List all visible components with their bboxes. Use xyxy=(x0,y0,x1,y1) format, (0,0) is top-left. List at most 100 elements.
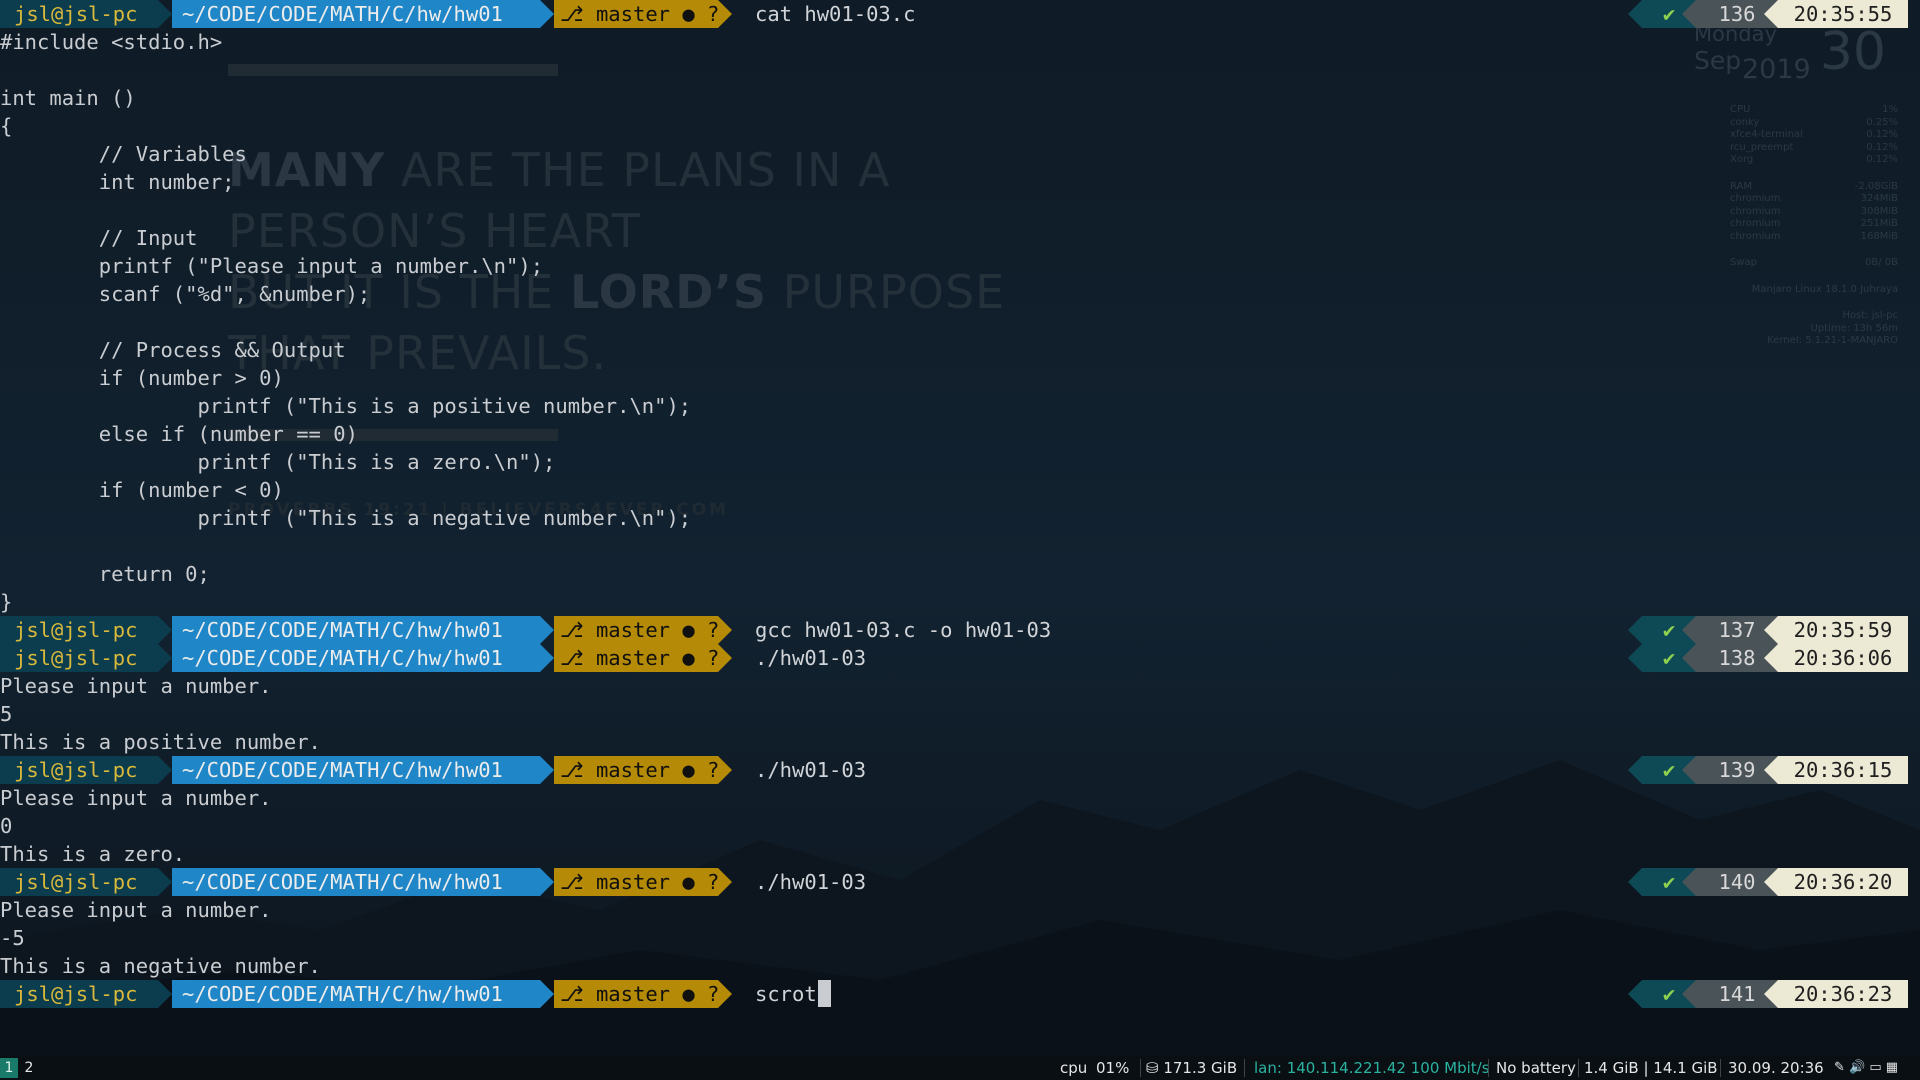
memory-usage: 1.4 GiB | 14.1 GiB xyxy=(1584,1059,1718,1077)
powerline-separator-icon xyxy=(158,756,172,784)
output-text: Please input a number. xyxy=(0,674,272,698)
output-text: } xyxy=(0,590,13,614)
prompt-command[interactable]: scrot xyxy=(755,980,831,1008)
git-branch-text: master ● ? xyxy=(583,2,720,26)
output-text: int main () xyxy=(0,86,136,110)
branch-icon: ⎇ xyxy=(560,982,584,1006)
prompt-path: ~/CODE/CODE/MATH/C/hw/hw01 xyxy=(172,868,540,896)
terminal-cursor xyxy=(817,980,831,1007)
datetime: 30.09. 20:36 xyxy=(1728,1059,1824,1077)
output-text: int number; xyxy=(0,170,235,194)
powerline-separator-icon xyxy=(718,868,732,896)
output-line: printf ("Please input a number.\n"); xyxy=(0,252,1920,280)
output-text: if (number < 0) xyxy=(0,478,284,502)
powerline-separator-icon xyxy=(718,616,732,644)
prompt-git-status: ⎇ master ● ? xyxy=(554,644,719,672)
powerline-separator-icon xyxy=(1764,644,1778,672)
output-text: return 0; xyxy=(0,562,210,586)
output-text: -5 xyxy=(0,926,25,950)
powerline-separator-icon xyxy=(1682,980,1696,1008)
powerline-separator-icon xyxy=(540,0,554,28)
git-branch-text: master ● ? xyxy=(583,618,720,642)
powerline-separator-icon xyxy=(158,980,172,1008)
workspace-1-button[interactable]: 1 xyxy=(0,1058,18,1078)
powerline-separator-icon xyxy=(718,756,732,784)
powerline-separator-icon xyxy=(1682,868,1696,896)
powerline-separator-icon xyxy=(1628,616,1642,644)
output-line: int number; xyxy=(0,168,1920,196)
command-text: ./hw01-03 xyxy=(755,758,867,782)
git-branch-text: master ● ? xyxy=(583,982,720,1006)
output-line: Please input a number. xyxy=(0,896,1920,924)
powerline-separator-icon xyxy=(540,980,554,1008)
output-text: 0 xyxy=(0,814,13,838)
prompt-git-status: ⎇ master ● ? xyxy=(554,0,720,28)
disk-usage: ⛁ 171.3 GiB xyxy=(1146,1059,1238,1077)
output-text: { xyxy=(0,114,13,138)
output-text: #include <stdio.h> xyxy=(0,30,223,54)
prompt-line: jsl@jsl-pc ~/CODE/CODE/MATH/C/hw/hw01 ⎇ ma… xyxy=(0,868,1920,896)
workspace-2-button[interactable]: 2 xyxy=(20,1058,38,1078)
output-line: 5 xyxy=(0,700,1920,728)
output-text: 5 xyxy=(0,702,13,726)
prompt-line: jsl@jsl-pc ~/CODE/CODE/MATH/C/hw/hw01 ⎇ ma… xyxy=(0,644,1920,672)
powerline-separator-icon xyxy=(1628,644,1642,672)
prompt-command[interactable]: ./hw01-03 xyxy=(755,756,866,784)
output-text: Please input a number. xyxy=(0,898,272,922)
command-text: gcc hw01-03.c -o hw01-03 xyxy=(755,618,1052,642)
output-text: printf ("This is a positive number.\n"); xyxy=(0,394,692,418)
command-time: 20:36:20 xyxy=(1778,868,1908,896)
cpu-label: cpu xyxy=(1060,1059,1088,1077)
prompt-path: ~/CODE/CODE/MATH/C/hw/hw01 xyxy=(172,756,540,784)
command-time: 20:35:55 xyxy=(1778,0,1908,28)
powerline-separator-icon xyxy=(158,868,172,896)
command-time: 20:36:06 xyxy=(1778,644,1908,672)
powerline-separator-icon xyxy=(158,0,172,28)
battery-status: No battery xyxy=(1496,1059,1576,1077)
prompt-command[interactable]: gcc hw01-03.c -o hw01-03 xyxy=(755,616,1051,644)
output-text: printf ("This is a zero.\n"); xyxy=(0,450,556,474)
output-line: -5 xyxy=(0,924,1920,952)
prompt-command[interactable]: ./hw01-03 xyxy=(755,644,866,672)
output-line: if (number > 0) xyxy=(0,364,1920,392)
prompt-path: ~/CODE/CODE/MATH/C/hw/hw01 xyxy=(172,980,540,1008)
prompt-git-status: ⎇ master ● ? xyxy=(554,756,719,784)
command-text: scrot xyxy=(755,982,817,1006)
powerline-separator-icon xyxy=(1764,0,1778,28)
command-text: cat hw01-03.c xyxy=(755,2,916,26)
prompt-path: ~/CODE/CODE/MATH/C/hw/hw01 xyxy=(172,0,540,28)
output-line: if (number < 0) xyxy=(0,476,1920,504)
prompt-command[interactable]: cat hw01-03.c xyxy=(755,0,915,28)
status-bar: 1 2 cpu 01% ⛁ 171.3 GiB lan: 140.114.221… xyxy=(0,1056,1920,1080)
powerline-separator-icon xyxy=(1682,616,1696,644)
git-branch-text: master ● ? xyxy=(583,870,720,894)
powerline-separator-icon xyxy=(1764,868,1778,896)
output-text: scanf ("%d", &number); xyxy=(0,282,371,306)
output-text: // Input xyxy=(0,226,198,250)
powerline-separator-icon xyxy=(718,644,732,672)
terminal-window[interactable]: jsl@jsl-pc ~/CODE/CODE/MATH/C/hw/hw01 ⎇ ma… xyxy=(0,0,1920,1052)
prompt-user: jsl@jsl-pc xyxy=(0,980,158,1008)
prompt-line: jsl@jsl-pc ~/CODE/CODE/MATH/C/hw/hw01 ⎇ ma… xyxy=(0,616,1920,644)
powerline-separator-icon xyxy=(1628,756,1642,784)
system-tray-icons[interactable]: ✎ 🔊 ▭ ▦ xyxy=(1834,1056,1898,1080)
powerline-separator-icon xyxy=(540,868,554,896)
powerline-separator-icon xyxy=(1682,756,1696,784)
prompt-user: jsl@jsl-pc xyxy=(0,868,158,896)
output-line: // Process && Output xyxy=(0,336,1920,364)
output-line: int main () xyxy=(0,84,1920,112)
powerline-separator-icon xyxy=(1764,756,1778,784)
output-line: scanf ("%d", &number); xyxy=(0,280,1920,308)
prompt-user: jsl@jsl-pc xyxy=(0,616,158,644)
output-text: Please input a number. xyxy=(0,786,272,810)
prompt-user: jsl@jsl-pc xyxy=(0,0,158,28)
branch-icon: ⎇ xyxy=(560,2,584,26)
output-text: This is a negative number. xyxy=(0,954,321,978)
prompt-command[interactable]: ./hw01-03 xyxy=(755,868,866,896)
output-text: This is a positive number. xyxy=(0,730,321,754)
powerline-separator-icon xyxy=(1682,644,1696,672)
prompt-git-status: ⎇ master ● ? xyxy=(554,616,720,644)
